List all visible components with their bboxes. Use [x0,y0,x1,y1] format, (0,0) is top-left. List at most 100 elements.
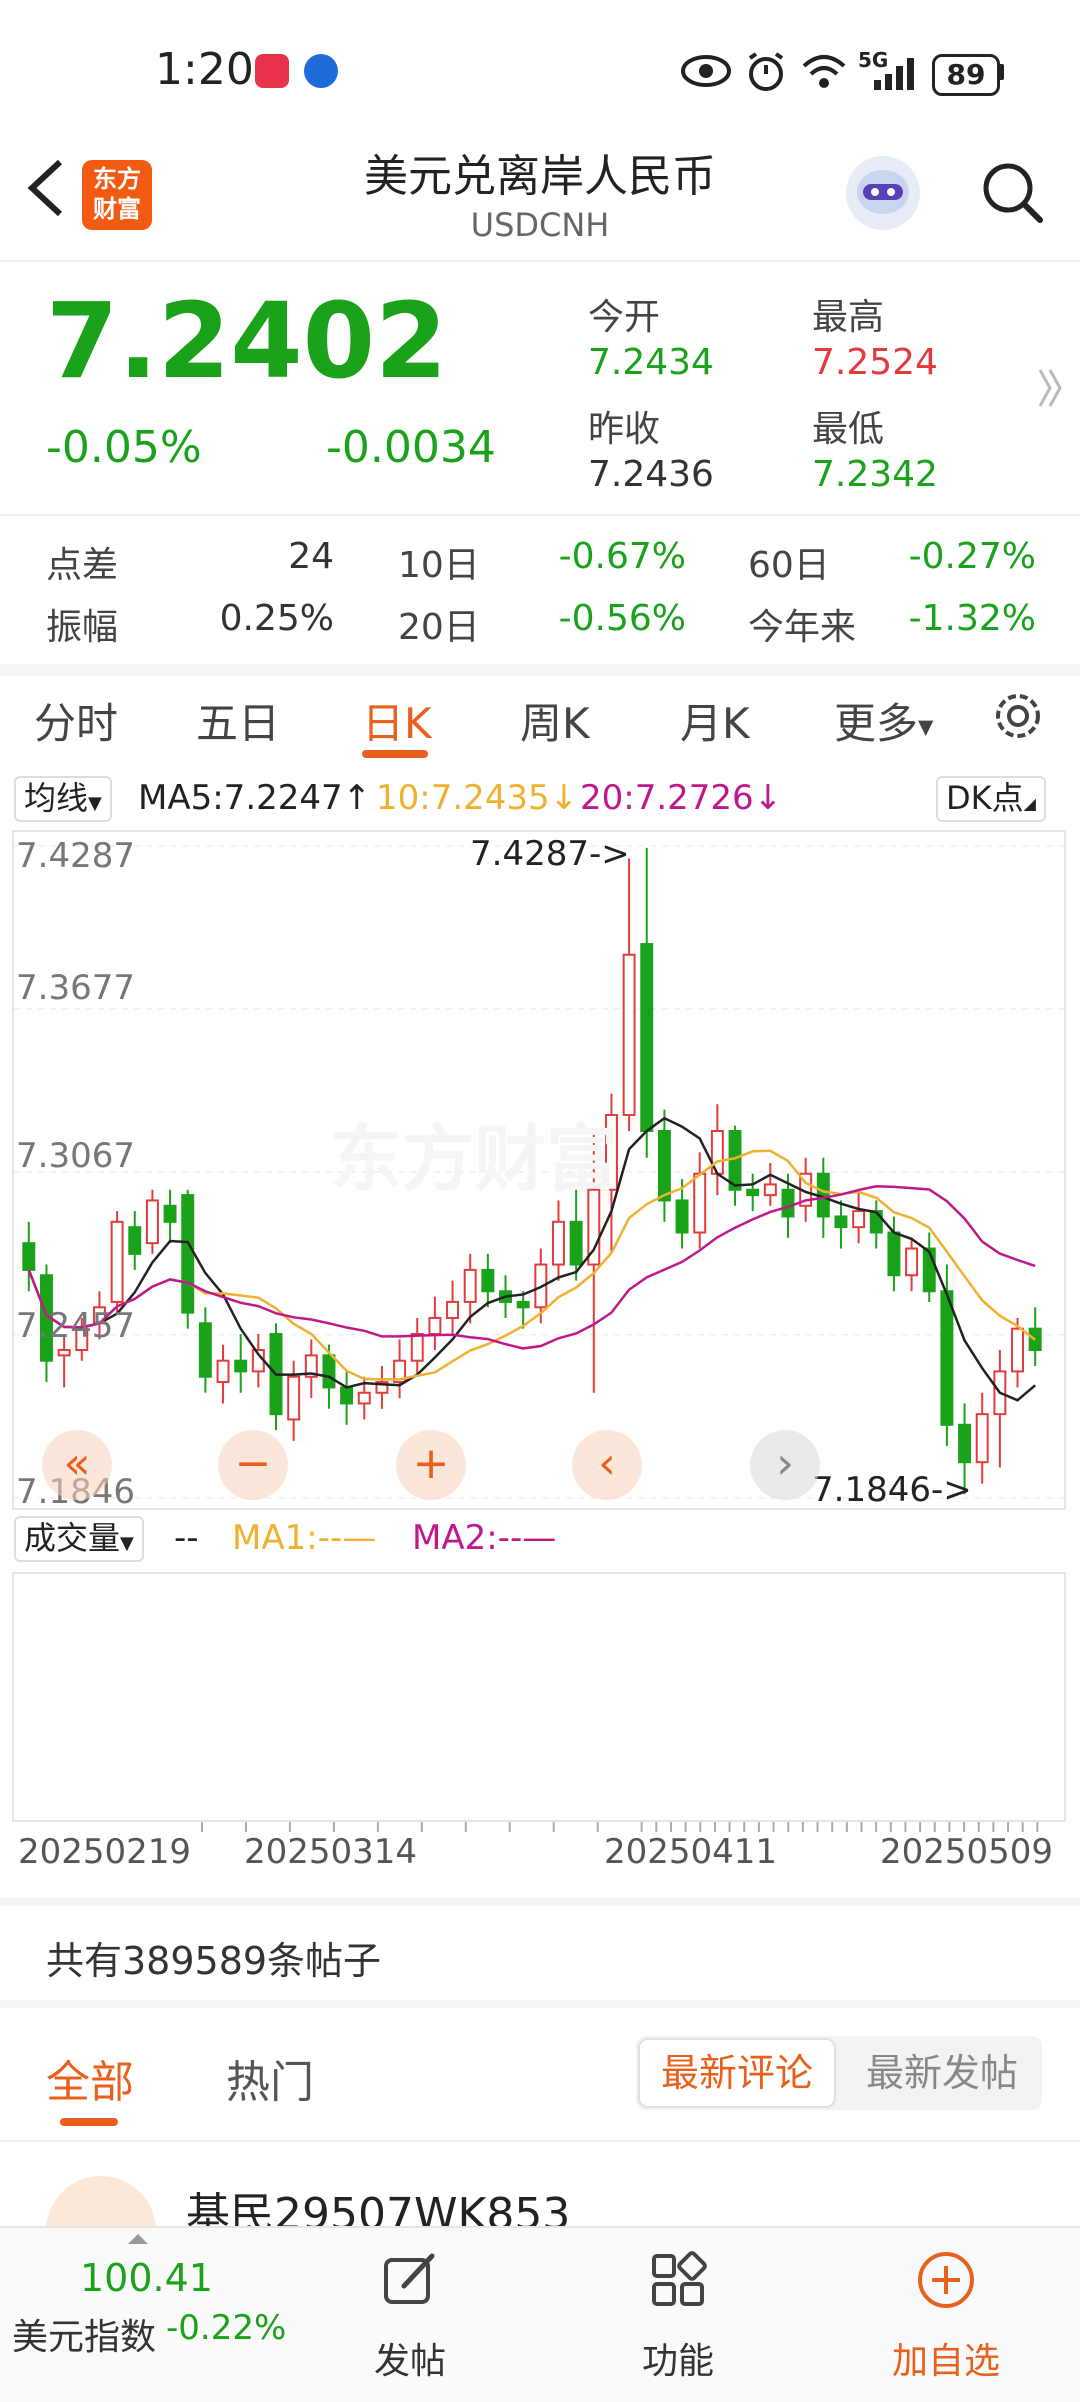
dk-point-button[interactable]: DK点◢ [936,776,1046,822]
candle [781,1188,795,1218]
divider [0,2140,1080,2142]
alarm-icon [748,52,784,91]
current-price: 7.2402 [46,280,448,402]
next-button[interactable]: › [750,1430,820,1500]
candle [552,1220,565,1266]
status-bar: 1:20 5G 89 [0,0,1080,140]
ma-line-ma20 [27,1185,1036,1350]
candle [57,1349,71,1357]
dollar-index-value[interactable]: 100.41 [80,2256,213,2300]
tab-intraday[interactable]: 分时 [34,690,118,751]
candle [163,1204,177,1223]
robot-avatar-icon[interactable] [846,156,920,230]
plus-circle-icon[interactable] [916,2250,976,2310]
prev-button[interactable]: ‹ [572,1430,642,1500]
divider [0,260,1080,262]
volume-chart[interactable] [12,1572,1066,1822]
ma-selector[interactable]: 均线▼ [14,776,112,822]
low-label: 最低 [812,409,885,450]
candle [622,953,636,1116]
post-button[interactable]: 发帖 [374,2332,446,2384]
candle [834,1215,848,1229]
candle [410,1332,424,1362]
caret-up-icon [128,2234,148,2244]
candle [675,1199,689,1234]
tab-hot-posts[interactable]: 热门 [226,2046,314,2110]
dollar-index-change[interactable]: -0.22% [166,2308,286,2348]
spread-value: 24 [288,536,334,577]
spread-label: 点差 [46,545,119,586]
tab-active-indicator [60,2118,118,2126]
low-value: 7.2342 [812,454,938,495]
up-arrow-icon: ↑ [342,778,372,818]
function-button[interactable]: 功能 [642,2332,714,2384]
dollar-index-name[interactable]: 美元指数 [12,2308,156,2360]
ma10-value: 10:7.2435↓ [376,778,578,818]
tab-all-posts[interactable]: 全部 [46,2046,134,2110]
y-axis-label: 7.3677 [16,968,135,1008]
ma-selector-label: 均线 [24,779,89,817]
d10-value: -0.67% [558,536,686,577]
tab-five-day[interactable]: 五日 [196,690,280,751]
y-axis-label: 7.2457 [16,1306,135,1346]
candle [852,1210,866,1229]
ma20-text: 20:7.2726 [580,778,754,818]
zoom-out-button[interactable]: − [218,1430,288,1500]
tab-daily-k[interactable]: 日K [362,690,432,751]
d20-value: -0.56% [558,598,686,639]
zoom-in-button[interactable]: + [396,1430,466,1500]
volume-selector-label: 成交量 [24,1519,121,1557]
gear-icon[interactable] [990,688,1046,744]
max-price-marker: 7.4287-> [470,834,630,874]
open-value: 7.2434 [588,342,714,383]
divider [0,664,1080,676]
double-chevron-left-icon: « [63,1438,91,1489]
divider [0,2000,1080,2008]
vol-ma2: MA2:--— [412,1518,557,1558]
notification-app-icon [304,54,338,88]
candle [975,1413,989,1464]
candle [128,1226,142,1255]
dk-point-label: DK点 [946,779,1024,817]
date-axis-label: 20250509 [880,1832,1054,1872]
volume-selector[interactable]: 成交量▼ [14,1516,144,1562]
ytd-value: -1.32% [908,598,1036,639]
d20-label: 20日 [398,607,480,648]
rewind-button[interactable]: « [42,1430,112,1500]
signal-icon [874,58,914,90]
sort-latest-comment[interactable]: 最新评论 [638,2038,836,2108]
candle [446,1300,460,1319]
edit-icon[interactable] [380,2250,440,2310]
divider [0,514,1080,516]
candle [428,1316,442,1335]
candle [22,1242,36,1271]
double-chevron-right-icon[interactable] [1036,366,1066,410]
high-value: 7.2524 [812,342,938,383]
notification-app-icon [255,54,289,88]
caret-down-icon: ▼ [120,1533,134,1554]
candle [516,1300,530,1309]
tab-monthly-k[interactable]: 月K [680,690,750,751]
candle [216,1359,230,1384]
ma5-text: MA5:7.2247 [138,778,343,818]
candle [869,1210,883,1234]
candle [746,1188,760,1197]
amplitude-label: 振幅 [46,607,119,648]
add-watchlist-button[interactable]: 加自选 [892,2332,1000,2384]
chevron-right-icon: › [776,1438,794,1489]
candle [958,1423,972,1464]
date-axis-label: 20250411 [604,1832,778,1872]
candle [763,1183,777,1197]
sort-latest-post[interactable]: 最新发帖 [844,2038,1040,2108]
d60-label: 60日 [748,545,830,586]
tab-more[interactable]: 更多▼ [834,690,933,751]
wifi-icon [802,55,846,88]
ytd-label: 今年来 [748,607,857,648]
prev-close-label: 昨收 [588,409,661,450]
search-icon[interactable] [980,160,1044,224]
tab-weekly-k[interactable]: 周K [520,690,590,751]
y-axis-label: 7.4287 [16,836,135,876]
candle [234,1359,248,1373]
grid-icon[interactable] [648,2250,708,2310]
ma20-value: 20:7.2726↓ [580,778,782,818]
